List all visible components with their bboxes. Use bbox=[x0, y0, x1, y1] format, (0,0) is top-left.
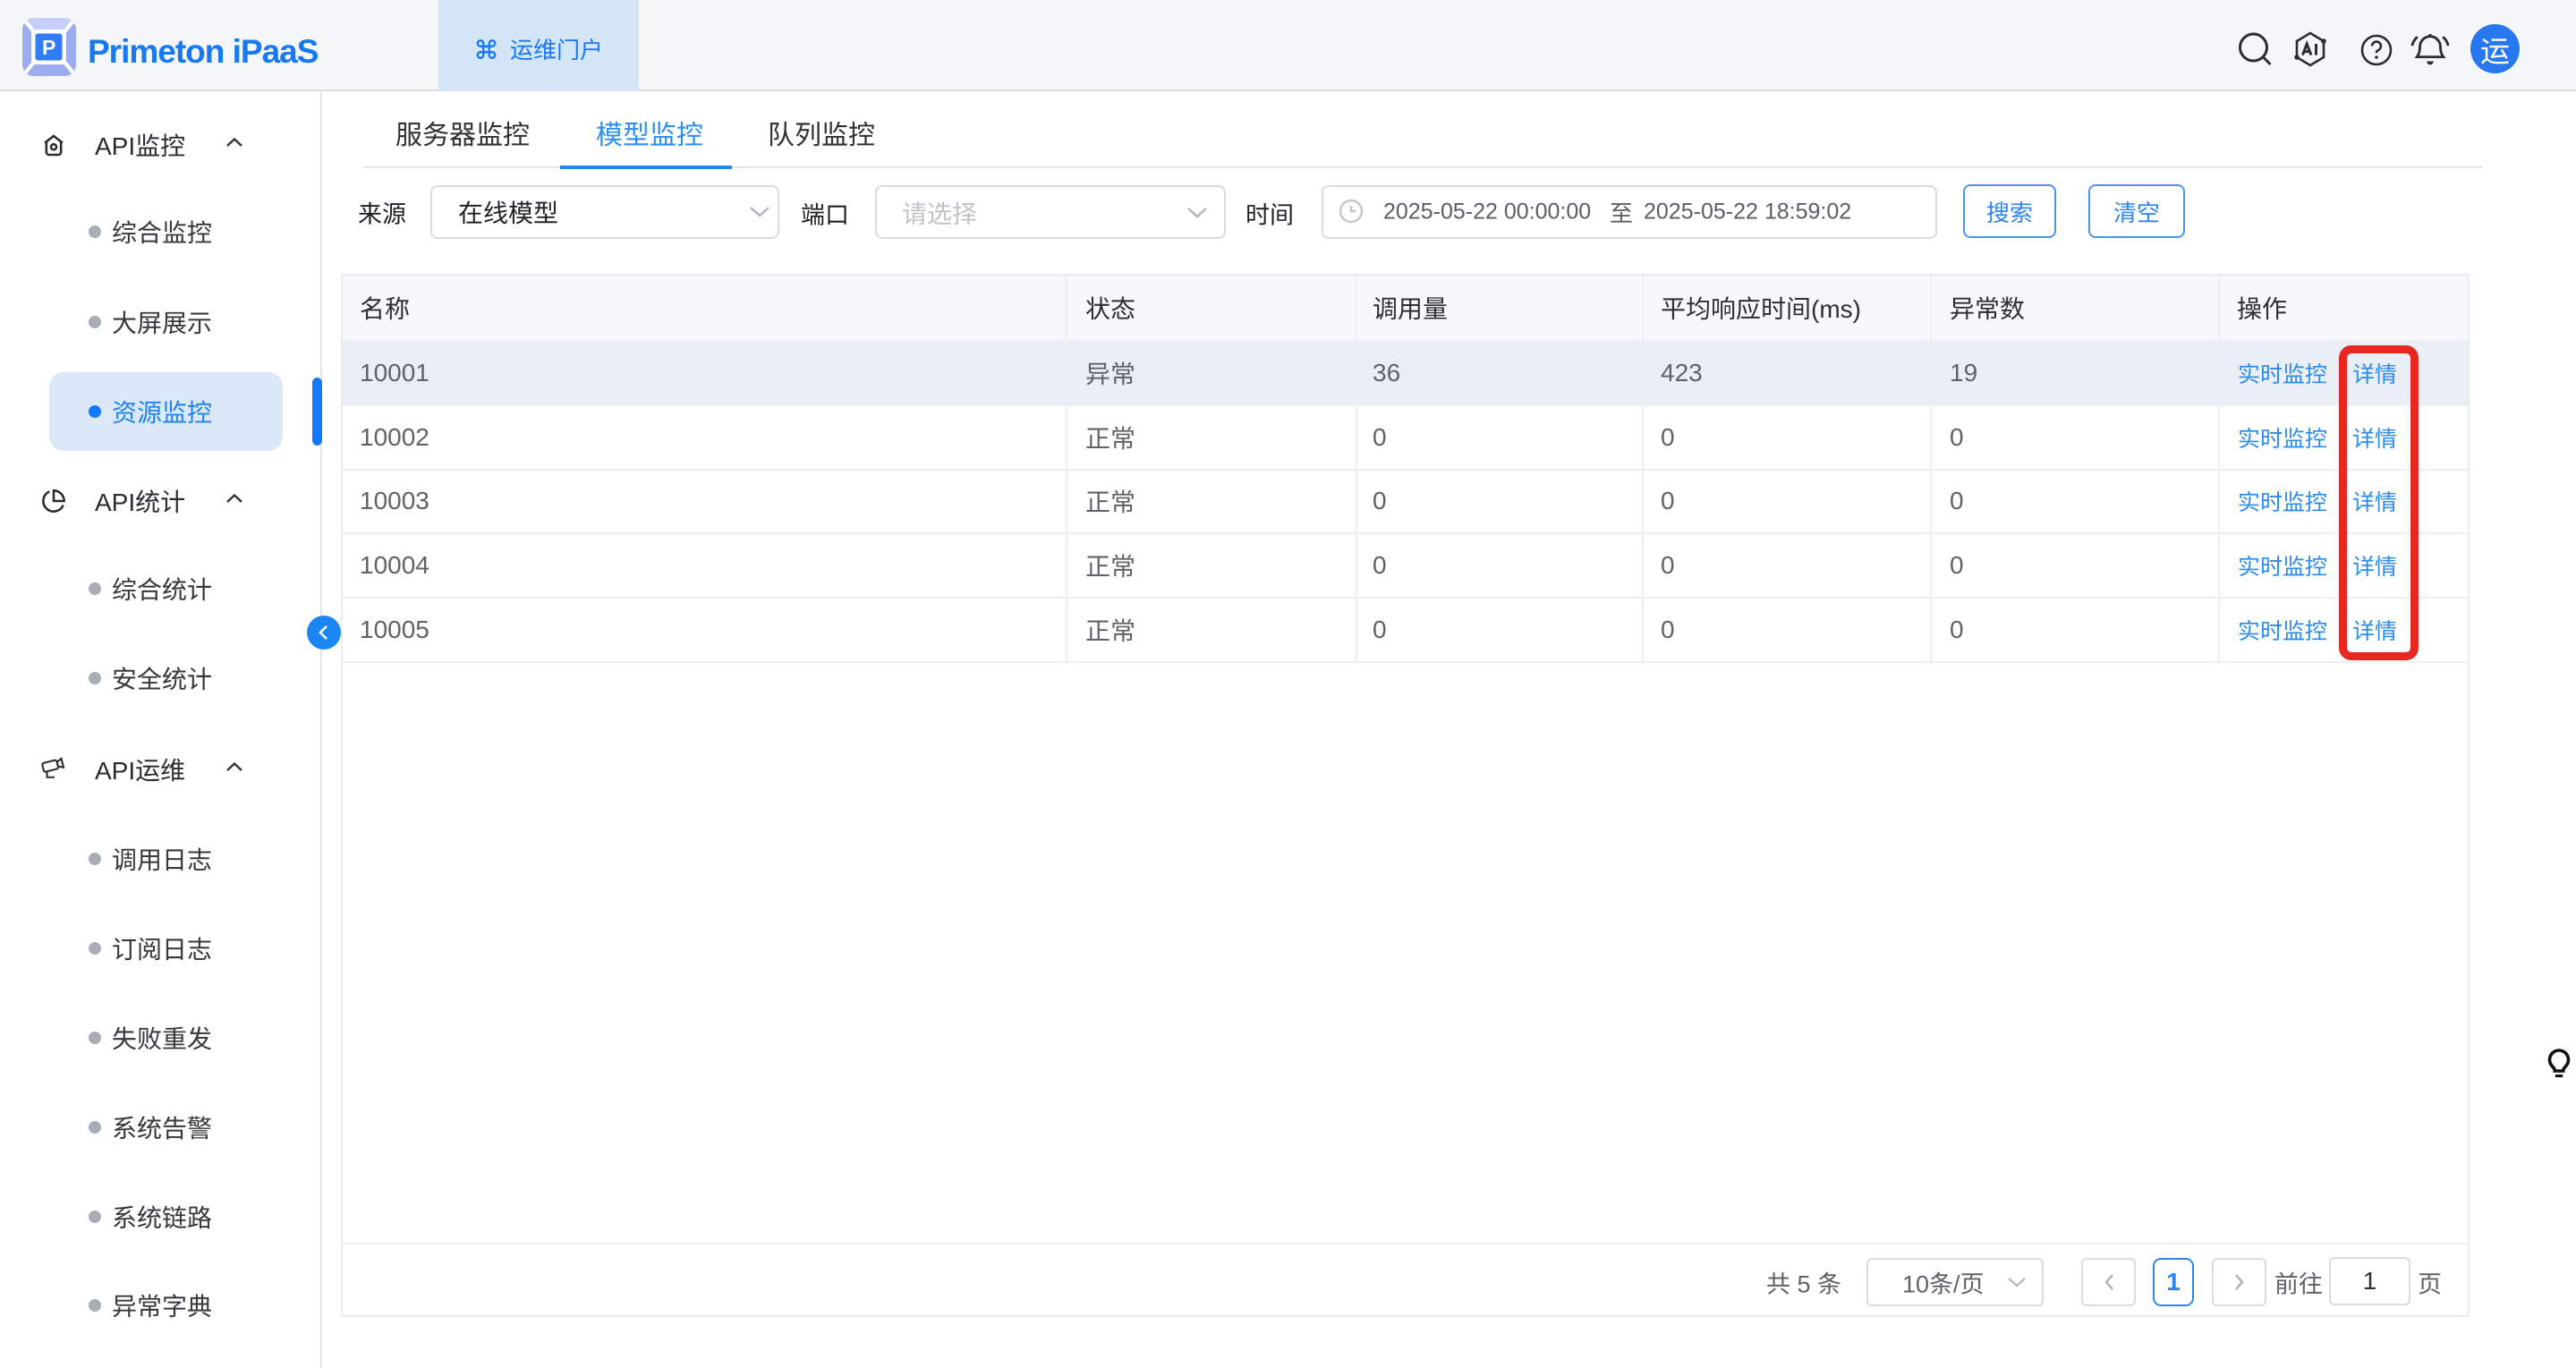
svg-text:P: P bbox=[42, 36, 55, 59]
